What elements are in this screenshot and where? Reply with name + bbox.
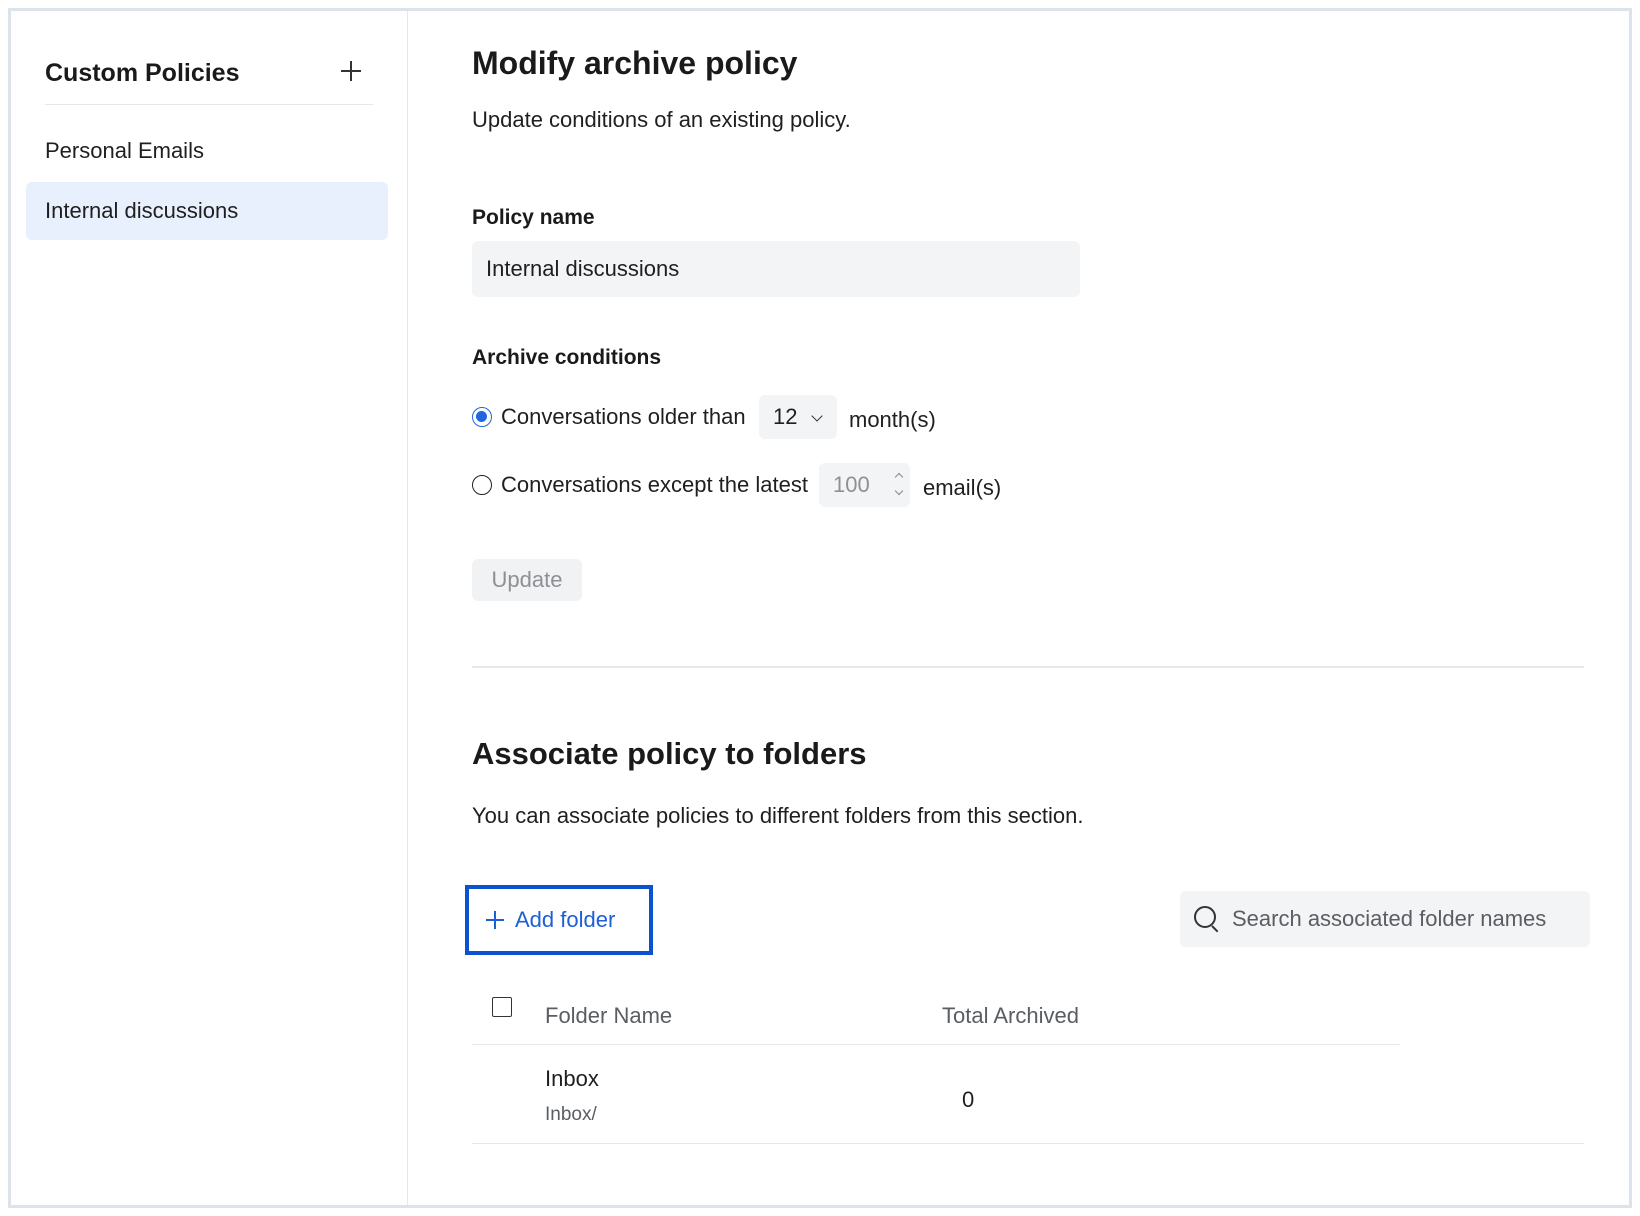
radio-except-latest[interactable] — [472, 475, 492, 495]
page-subtitle: Update conditions of an existing policy. — [472, 107, 851, 132]
emails-unit: email(s) — [923, 475, 1002, 500]
sidebar: Custom Policies Personal Emails Internal… — [11, 11, 408, 1205]
app-frame: Custom Policies Personal Emails Internal… — [8, 8, 1632, 1208]
spin-down-icon[interactable] — [894, 486, 904, 496]
update-button[interactable]: Update — [472, 559, 582, 601]
condition-older-label: Conversations older than — [501, 404, 746, 429]
folder-name-cell: Inbox — [545, 1066, 599, 1091]
sidebar-item-label: Personal Emails — [45, 138, 204, 163]
radio-older-than[interactable] — [472, 407, 492, 427]
sidebar-item-personal-emails[interactable]: Personal Emails — [26, 122, 388, 180]
folder-search-input[interactable] — [1232, 906, 1552, 932]
add-folder-label: Add folder — [515, 907, 616, 932]
add-folder-button[interactable]: Add folder — [465, 885, 653, 955]
sidebar-header: Custom Policies — [45, 49, 373, 105]
section-divider — [472, 666, 1584, 668]
plus-icon — [485, 910, 505, 930]
emails-number-input[interactable]: 100 — [819, 463, 910, 507]
column-folder-name: Folder Name — [545, 1003, 673, 1028]
table-row[interactable]: Inbox Inbox/ 0 — [472, 1046, 1584, 1144]
months-select-value: 12 — [773, 404, 798, 429]
archive-conditions-label: Archive conditions — [472, 346, 662, 369]
main-panel: Modify archive policy Update conditions … — [409, 11, 1629, 1205]
add-policy-plus-icon[interactable] — [337, 57, 365, 85]
column-total-archived: Total Archived — [942, 1003, 1079, 1028]
sidebar-item-label: Internal discussions — [45, 198, 239, 223]
sidebar-title: Custom Policies — [45, 59, 240, 87]
associate-subtitle: You can associate policies to different … — [472, 803, 1084, 828]
page-title: Modify archive policy — [472, 45, 798, 81]
condition-older-row: Conversations older than — [472, 404, 746, 430]
spin-up-icon[interactable] — [894, 472, 904, 482]
months-unit: month(s) — [849, 407, 936, 432]
chevron-down-icon — [811, 410, 823, 422]
total-archived-cell: 0 — [962, 1087, 975, 1112]
select-all-checkbox[interactable] — [492, 997, 512, 1017]
folder-path-cell: Inbox/ — [545, 1104, 597, 1125]
condition-except-row: Conversations except the latest — [472, 472, 808, 498]
associate-title: Associate policy to folders — [472, 736, 867, 771]
folder-search — [1180, 891, 1590, 947]
sidebar-item-internal-discussions[interactable]: Internal discussions — [26, 182, 388, 240]
condition-except-label: Conversations except the latest — [501, 472, 808, 497]
emails-number-value: 100 — [833, 472, 870, 497]
search-icon — [1194, 906, 1220, 932]
table-header: Folder Name Total Archived — [472, 981, 1400, 1045]
months-select[interactable]: 12 — [759, 395, 837, 439]
policy-name-label: Policy name — [472, 206, 595, 229]
policy-name-input[interactable] — [472, 241, 1080, 297]
